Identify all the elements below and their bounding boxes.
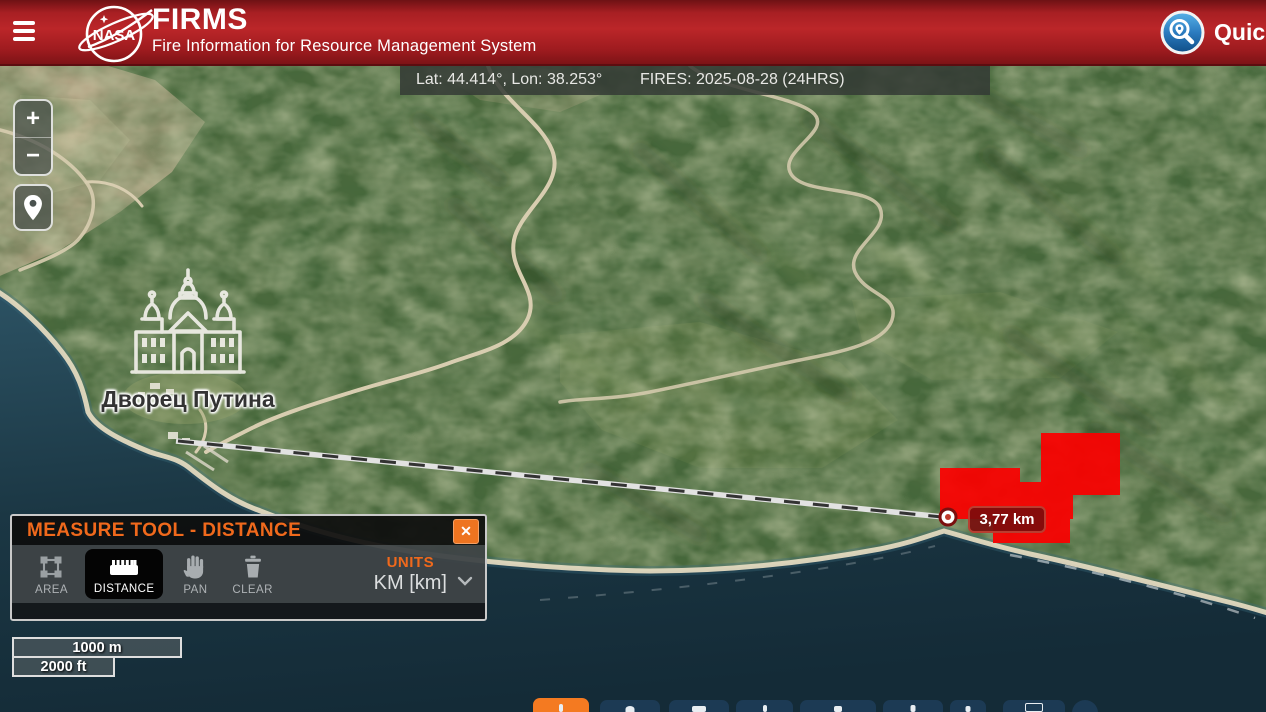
distance-badge: 3,77 km — [968, 506, 1046, 533]
palace-icon[interactable] — [128, 266, 248, 380]
status-coordinates: Lat: 44.414°, Lon: 38.253° — [416, 71, 602, 89]
measure-toolbar: AREA DISTANCE — [12, 545, 485, 603]
poi-label: Дворец Путина — [78, 386, 298, 413]
units-dropdown[interactable]: UNITS KM [km] — [374, 554, 473, 595]
panel-title: MEASURE TOOL - DISTANCE — [27, 520, 301, 542]
firms-app: 3,77 km Дворец Путина — [0, 0, 1266, 712]
panel-footer — [12, 603, 485, 619]
location-pin-icon — [20, 192, 46, 224]
app-subtitle: Fire Information for Resource Management… — [152, 37, 536, 56]
status-bar: Lat: 44.414°, Lon: 38.253° FIRES: 2025-0… — [400, 66, 990, 95]
hamburger-icon[interactable] — [13, 17, 39, 47]
tool-button-distance[interactable]: DISTANCE — [85, 549, 164, 599]
units-value: KM [km] — [374, 572, 447, 595]
zoom-out-button[interactable]: − — [15, 138, 51, 174]
quick-search-icon — [1160, 10, 1205, 55]
tool-label: AREA — [35, 584, 68, 596]
app-brand: FIRMS Fire Information for Resource Mana… — [152, 5, 536, 56]
tool-label: PAN — [183, 584, 207, 596]
measure-tool-panel: MEASURE TOOL - DISTANCE ✕ AREA — [10, 514, 487, 621]
bottom-toolbar-button-active[interactable] — [533, 698, 589, 712]
quick-search-label: Quick — [1214, 19, 1266, 46]
zoom-in-button[interactable]: + — [15, 101, 51, 137]
panel-title-bar: MEASURE TOOL - DISTANCE ✕ — [12, 516, 485, 545]
close-button[interactable]: ✕ — [453, 519, 479, 544]
tool-button-area[interactable]: AREA — [35, 553, 68, 596]
close-icon: ✕ — [460, 523, 472, 540]
hand-icon — [180, 553, 210, 581]
bottom-toolbar-button[interactable] — [950, 700, 986, 712]
bottom-toolbar-button[interactable] — [600, 700, 660, 712]
app-title: FIRMS — [152, 5, 536, 35]
scale-bar-metric: 1000 m — [12, 637, 182, 658]
tool-label: DISTANCE — [94, 583, 155, 595]
locate-button[interactable] — [13, 184, 53, 231]
bottom-toolbar-button[interactable] — [1003, 700, 1065, 712]
trash-icon — [239, 553, 267, 581]
tool-button-clear[interactable]: CLEAR — [232, 553, 272, 596]
quick-search-button[interactable]: Quick — [1160, 10, 1266, 55]
area-icon — [36, 553, 66, 581]
app-header: NASA FIRMS Fire Information for Resource… — [0, 0, 1266, 66]
status-fires-date: FIRES: 2025-08-28 (24HRS) — [640, 71, 845, 89]
zoom-control: + − — [13, 99, 53, 176]
units-label: UNITS — [387, 554, 435, 571]
bottom-toolbar-button[interactable] — [883, 700, 943, 712]
svg-text:NASA: NASA — [93, 27, 136, 44]
scale-bar-imperial: 2000 ft — [12, 656, 115, 677]
bottom-toolbar-button[interactable] — [669, 700, 729, 712]
tool-label: CLEAR — [232, 584, 272, 596]
bottom-toolbar-button[interactable] — [736, 700, 793, 712]
tool-button-pan[interactable]: PAN — [180, 553, 210, 596]
bottom-toolbar-button[interactable] — [800, 700, 876, 712]
chevron-down-icon — [457, 576, 473, 586]
ruler-icon — [107, 554, 141, 580]
